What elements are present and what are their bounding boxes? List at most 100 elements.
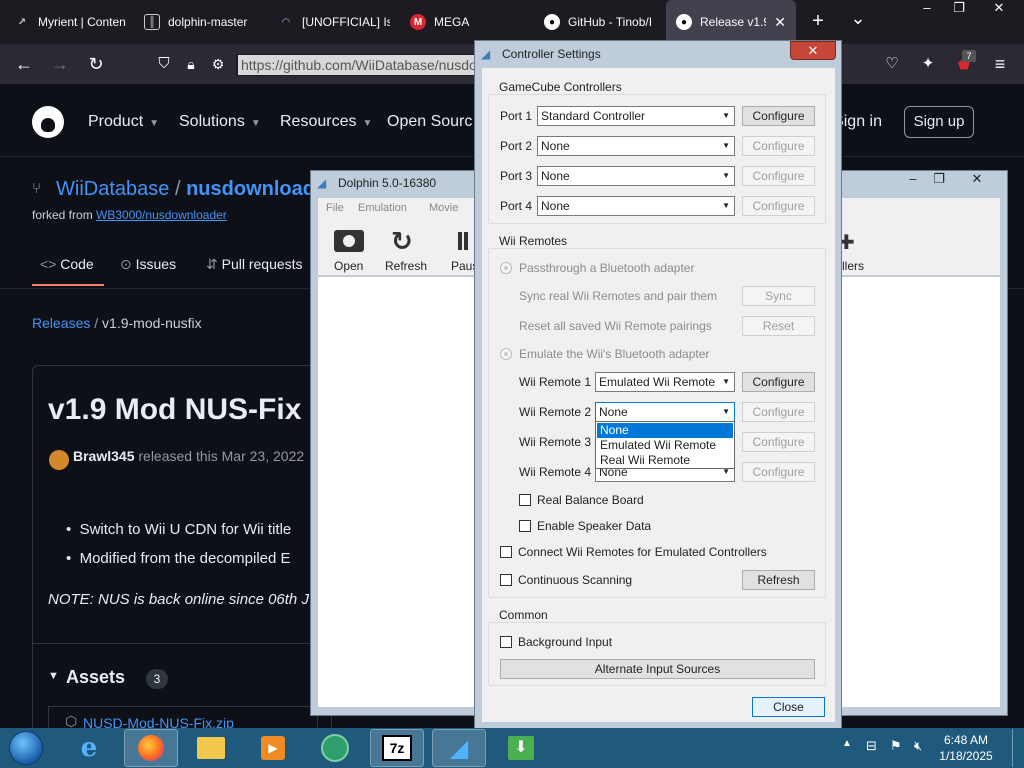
sign-in-link[interactable]: Sign in [842,113,882,131]
refresh-icon[interactable]: ↻ [391,226,413,257]
wii-remote-3-configure-button[interactable]: Configure [742,432,815,452]
show-desktop-button[interactable] [1012,729,1024,767]
maximize-icon[interactable]: ❐ [944,0,974,16]
toolbar-controllers[interactable]: llers [842,259,864,273]
menu-movie[interactable]: Movie [429,202,458,214]
passthrough-radio[interactable] [500,262,512,274]
alternate-input-sources-button[interactable]: Alternate Input Sources [500,659,815,679]
background-input-checkbox[interactable] [500,636,512,648]
pause-icon[interactable] [458,232,468,250]
browser-tab-release[interactable]: ● Release v1.9 M ✕ [666,0,796,44]
emulate-radio[interactable] [500,348,512,360]
wii-remote-2-dropdown-list: None Emulated Wii Remote Real Wii Remote [595,421,735,469]
github-logo-icon[interactable] [32,106,64,138]
tray-volume-muted-icon[interactable]: 🔇︎ [914,738,922,754]
port-1-configure-button[interactable]: Configure [742,106,815,126]
assets-heading[interactable]: Assets [66,667,125,688]
tab-list-button[interactable]: ⌄ [848,8,868,29]
dolphin-maximize-icon[interactable]: ❐ [924,171,954,187]
nav-open-source[interactable]: Open Source [387,113,473,131]
chevron-down-icon: ▼ [250,118,261,129]
dolphin-close-icon[interactable]: ✕ [962,171,992,187]
url-text[interactable]: https://github.com/WiiDatabase/nusdo [238,55,474,75]
close-button[interactable]: Close [752,697,825,717]
back-icon[interactable]: ← [10,50,38,78]
pocket-icon[interactable]: ♡ [878,50,906,78]
nav-product[interactable]: Product ▼ [88,113,159,131]
nav-solutions[interactable]: Solutions ▼ [179,113,261,131]
release-bullet-1: • Switch to Wii U CDN for Wii title [66,521,292,538]
port-2-configure-button[interactable]: Configure [742,136,815,156]
sign-up-button[interactable]: Sign up [904,106,974,138]
forked-from-link[interactable]: WB3000/nusdownloader [96,208,227,222]
taskbar-app[interactable] [308,729,362,767]
browser-tab-myrient[interactable]: ↗ Myrient | Conten [4,0,128,44]
taskbar-explorer[interactable] [184,729,238,767]
connect-wii-remotes-checkbox[interactable] [500,546,512,558]
taskbar-media-player[interactable]: ▶ [246,729,300,767]
minimize-icon[interactable]: – [912,0,942,16]
port-3-configure-button[interactable]: Configure [742,166,815,186]
browser-tab-unofficial[interactable]: ◠ [UNOFFICIAL] Isl [268,0,390,44]
shield-icon[interactable]: ⛉ [150,50,178,78]
wii-remote-2-configure-button[interactable]: Configure [742,402,815,422]
browser-tab-github-tinob[interactable]: ● GitHub - Tinob/I [534,0,658,44]
tab-issues[interactable]: ⊙ Issues [120,256,176,273]
forward-icon[interactable]: → [46,50,74,78]
dropdown-option-emulated[interactable]: Emulated Wii Remote [597,438,733,453]
dropdown-option-real[interactable]: Real Wii Remote [597,453,733,468]
sync-button[interactable]: Sync [742,286,815,306]
port-4-select[interactable]: None ▼ [537,196,735,216]
tab-pull-requests[interactable]: ⇵ Pull requests [206,256,303,273]
speaker-data-checkbox[interactable] [519,520,531,532]
close-window-icon[interactable]: ✕ [984,0,1014,16]
taskbar-firefox[interactable] [124,729,178,767]
tray-show-hidden-icon[interactable]: ▲ [842,738,852,749]
dialog-close-icon[interactable]: ✕ [790,41,836,60]
permissions-icon[interactable]: ⚙ [204,50,232,78]
toolbar-open[interactable]: Open [334,259,363,273]
reload-icon[interactable]: ↻ [82,50,110,78]
repo-owner-link[interactable]: WiiDatabase [56,178,169,200]
menu-emulation[interactable]: Emulation [358,202,407,214]
tray-flag-icon[interactable]: ⚑ [890,738,902,754]
taskbar-ie[interactable]: e [62,729,116,767]
port-1-select[interactable]: Standard Controller ▼ [537,106,735,126]
chevron-down-icon: ▼ [362,118,373,129]
port-4-configure-button[interactable]: Configure [742,196,815,216]
start-button[interactable] [2,729,50,767]
new-tab-button[interactable]: + [808,10,828,32]
taskbar-clock[interactable]: 6:48 AM 1/18/2025 [936,732,996,764]
refresh-button[interactable]: Refresh [742,570,815,590]
open-disc-icon[interactable] [334,230,364,252]
balance-board-checkbox[interactable] [519,494,531,506]
wii-remote-1-select[interactable]: Emulated Wii Remote ▼ [595,372,735,392]
toolbar-refresh[interactable]: Refresh [385,259,427,273]
toolbar-pause[interactable]: Paus [451,259,475,273]
taskbar-7zip[interactable]: 7z [370,729,424,767]
reset-button[interactable]: Reset [742,316,815,336]
tab-close-icon[interactable]: ✕ [774,14,786,31]
tray-network-icon[interactable]: ⊟ [866,738,877,754]
wii-remote-4-configure-button[interactable]: Configure [742,462,815,482]
taskbar-download[interactable]: ⬇ [494,729,548,767]
caret-down-icon[interactable]: ▼ [48,670,59,682]
author-link[interactable]: Brawl345 [73,448,134,464]
port-2-select[interactable]: None ▼ [537,136,735,156]
taskbar-dolphin[interactable]: ◢ [432,729,486,767]
menu-icon[interactable]: ≡ [986,50,1014,78]
dropdown-option-none[interactable]: None [597,423,733,438]
browser-tab-dolphin-master[interactable]: ║ dolphin-master [134,0,260,44]
port-3-select[interactable]: None ▼ [537,166,735,186]
extensions-icon[interactable]: ✦ [914,50,942,78]
browser-tab-mega[interactable]: M MEGA [400,0,524,44]
avatar[interactable] [49,450,69,470]
lock-icon[interactable]: 🔒︎ [177,50,205,78]
tab-code[interactable]: <> Code [40,256,94,272]
wii-remote-1-configure-button[interactable]: Configure [742,372,815,392]
menu-file[interactable]: File [326,202,344,214]
nav-resources[interactable]: Resources ▼ [280,113,372,131]
breadcrumb-releases-link[interactable]: Releases [32,315,90,331]
wii-remote-2-select[interactable]: None ▼ [595,402,735,422]
continuous-scanning-checkbox[interactable] [500,574,512,586]
